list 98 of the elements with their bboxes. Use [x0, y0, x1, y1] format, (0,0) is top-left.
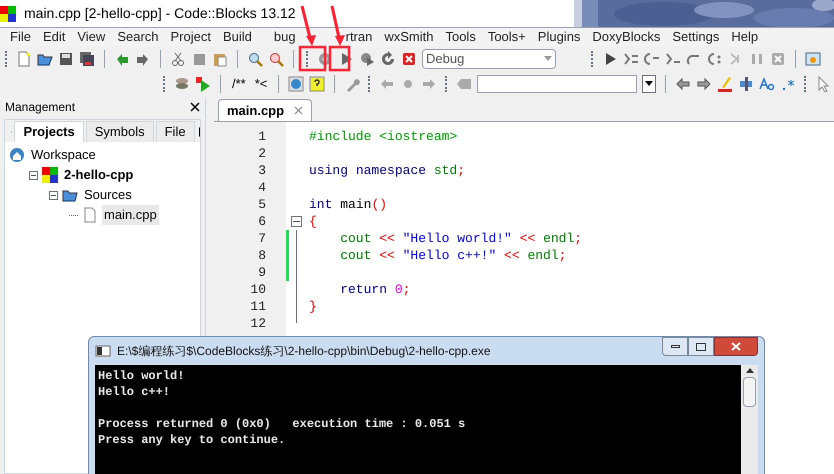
stop-icon[interactable] [770, 50, 786, 66]
line-number: 2 [257, 145, 267, 162]
highlighter-icon[interactable] [717, 76, 734, 92]
tree-item[interactable]: 2-hello-cpp [62, 165, 136, 185]
project-icon[interactable] [42, 167, 58, 183]
code-line: cout << "Hello c++!" << endl; [339, 247, 566, 264]
line-number: 3 [257, 162, 267, 179]
highlight-frame [328, 46, 350, 72]
menu-item[interactable]: DoxyBlocks [592, 29, 660, 44]
scrollbar[interactable] [741, 365, 758, 474]
menu-item[interactable]: Help [731, 29, 758, 44]
code-line: return 0; [339, 281, 410, 298]
console-icon[interactable] [95, 343, 111, 359]
tree-item[interactable]: Workspace [29, 145, 98, 165]
menu-item[interactable]: Edit [42, 29, 66, 44]
panel-tab[interactable]: Projects [14, 121, 84, 142]
step-into-icon[interactable] [644, 50, 660, 66]
comment-button[interactable]: *< [252, 74, 270, 94]
close-icon[interactable] [190, 102, 200, 112]
code-line: using namespace std; [309, 162, 466, 179]
code-line: { [309, 213, 317, 230]
editor-tab[interactable]: main.cpp [218, 99, 312, 121]
close-icon [731, 342, 741, 351]
menu-item[interactable]: Project [170, 29, 211, 44]
line-number: 11 [249, 298, 267, 315]
help-icon[interactable] [309, 76, 326, 92]
scroll-thumb[interactable] [743, 377, 756, 407]
panel-title: Management [5, 99, 76, 116]
menu-item[interactable]: Settings [672, 29, 720, 44]
stack-icon[interactable] [174, 76, 190, 92]
menu-item[interactable]: wxSmith [384, 29, 434, 44]
arrow-right-icon[interactable] [696, 76, 712, 92]
play-icon[interactable] [195, 76, 211, 92]
console-title: E:\$编程练习$\CodeBlocks练习\2-hello-cpp\bin\Debug\2-hello-cpp.exe [117, 343, 492, 360]
menu-item[interactable]: bug [274, 29, 296, 44]
gear-play-icon[interactable] [359, 50, 375, 66]
collapse-icon[interactable] [49, 190, 58, 200]
console-line: Hello world! [98, 368, 186, 384]
line-number: 6 [257, 213, 267, 230]
search-field[interactable] [477, 74, 638, 92]
refresh-icon[interactable] [380, 50, 396, 66]
window-title: main.cpp [2-hello-cpp] - Code::Blocks 13.12 [24, 4, 296, 23]
tree-item[interactable]: main.cpp [102, 205, 159, 225]
console-line: Process returned 0 (0x0) execution time : 0.051 s [98, 416, 466, 432]
step-icon[interactable] [623, 50, 639, 66]
code-line: cout << "Hello world!" << endl; [339, 230, 582, 247]
line-number: 4 [257, 179, 267, 196]
search-icon[interactable] [247, 50, 263, 66]
annotation-arrow [300, 6, 316, 46]
line-number: 7 [257, 230, 267, 247]
minimize-button[interactable] [662, 337, 688, 356]
line-number: 10 [249, 281, 267, 298]
caret-icon [544, 56, 552, 61]
line-number: 9 [257, 264, 267, 281]
console-line: Hello c++! [98, 384, 172, 400]
menu-item[interactable]: Tools+ [488, 29, 526, 44]
code-line: int main() [309, 196, 388, 213]
menu-item[interactable]: Search [117, 29, 159, 44]
new-file-icon[interactable] [16, 50, 32, 66]
line-number: 1 [257, 128, 267, 145]
build-target-dropdown[interactable]: Debug [422, 48, 556, 68]
stop-icon[interactable] [401, 50, 417, 66]
line-number: 8 [257, 247, 267, 264]
dropdown-button[interactable] [642, 74, 656, 92]
save-all-icon[interactable] [79, 50, 95, 66]
scroll-up-icon[interactable] [746, 368, 754, 373]
collapse-icon[interactable] [29, 170, 38, 180]
highlight-frame [298, 46, 326, 72]
line-number: 12 [249, 315, 267, 332]
maximize-button[interactable] [688, 337, 714, 356]
comment-button[interactable]: /** [230, 74, 248, 94]
code-line: #include <iostream> [309, 128, 458, 145]
next-instruction-icon[interactable] [707, 50, 723, 66]
caret-icon [645, 81, 654, 86]
fold-icon[interactable] [290, 216, 302, 227]
close-button[interactable] [714, 337, 758, 356]
menu-item[interactable]: View [77, 29, 106, 44]
find-replace-icon[interactable] [268, 50, 284, 66]
menu-item[interactable]: Tools [445, 29, 476, 44]
scissors-icon[interactable] [170, 50, 186, 66]
menu-item[interactable]: Build [222, 29, 252, 44]
panel-tab[interactable]: Symbols [86, 121, 154, 142]
code-line: } [309, 298, 317, 315]
tree-item[interactable]: Sources [82, 185, 134, 205]
arrow-left-icon[interactable] [675, 76, 692, 92]
app-logo-icon[interactable] [0, 6, 16, 22]
menu-item[interactable]: rtran [346, 29, 372, 44]
menu-item[interactable]: File [10, 29, 31, 44]
step-over-icon[interactable] [665, 50, 681, 66]
annotation-arrow [330, 6, 345, 46]
window-icon[interactable] [805, 50, 821, 66]
panel-tab[interactable]: File [156, 121, 195, 142]
save-icon[interactable] [58, 50, 74, 66]
menu-item[interactable]: Plugins [538, 29, 580, 44]
selection-icon[interactable] [738, 76, 754, 92]
line-number: 5 [257, 196, 267, 213]
match-case-icon[interactable] [759, 76, 776, 92]
console-line: Press any key to continue. [98, 432, 286, 448]
